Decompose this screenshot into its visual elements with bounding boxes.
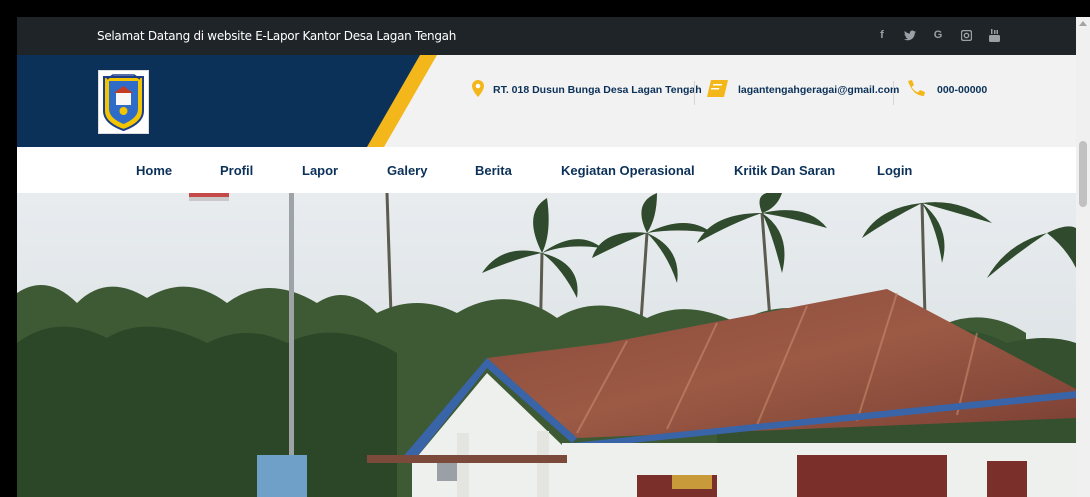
address-text: RT. 018 Dusun Bunga Desa Lagan Tengah — [493, 84, 702, 96]
email-text[interactable]: lagantengahgeragai@gmail.com — [738, 84, 899, 96]
map-pin-icon — [472, 80, 484, 100]
nav-item-kritik-dan-saran[interactable]: Kritik Dan Saran — [734, 163, 835, 178]
main-navigation: Home Profil Lapor Galery Berita Kegiatan… — [17, 147, 1076, 194]
site-logo[interactable] — [98, 70, 149, 134]
address-block: RT. 018 Dusun Bunga Desa Lagan Tengah — [472, 80, 702, 100]
social-links: f G — [874, 27, 1002, 43]
twitter-icon[interactable] — [902, 27, 918, 43]
nav-item-berita[interactable]: Berita — [475, 163, 512, 178]
google-icon[interactable]: G — [930, 27, 946, 43]
book-icon — [707, 80, 728, 100]
nav-item-login[interactable]: Login — [877, 163, 912, 178]
welcome-text: Selamat Datang di website E-Lapor Kantor… — [97, 29, 457, 43]
scroll-up-arrow-icon[interactable] — [1079, 21, 1087, 26]
nav-item-home[interactable]: Home — [136, 163, 172, 178]
hero-photo-village-office — [17, 193, 1076, 497]
youtube-icon[interactable] — [986, 27, 1002, 43]
scrollbar-thumb[interactable] — [1079, 141, 1087, 207]
top-bar: Selamat Datang di website E-Lapor Kantor… — [17, 17, 1076, 55]
contact-divider — [893, 81, 894, 105]
phone-text[interactable]: 000-00000 — [937, 84, 987, 96]
header-brand-panel — [17, 55, 429, 147]
instagram-icon[interactable] — [958, 27, 974, 43]
facebook-icon[interactable]: f — [874, 27, 890, 43]
page-scrollbar[interactable] — [1076, 17, 1090, 497]
nav-item-lapor[interactable]: Lapor — [302, 163, 338, 178]
browser-viewport: Selamat Datang di website E-Lapor Kantor… — [17, 17, 1076, 497]
phone-icon — [906, 80, 925, 99]
site-header: RT. 018 Dusun Bunga Desa Lagan Tengah la… — [17, 55, 1076, 147]
nav-item-profil[interactable]: Profil — [220, 163, 253, 178]
email-block: lagantengahgeragai@gmail.com — [707, 80, 899, 100]
nav-item-kegiatan-operasional[interactable]: Kegiatan Operasional — [561, 163, 695, 178]
contact-divider — [694, 81, 695, 105]
phone-block: 000-00000 — [906, 80, 987, 99]
nav-item-galery[interactable]: Galery — [387, 163, 427, 178]
